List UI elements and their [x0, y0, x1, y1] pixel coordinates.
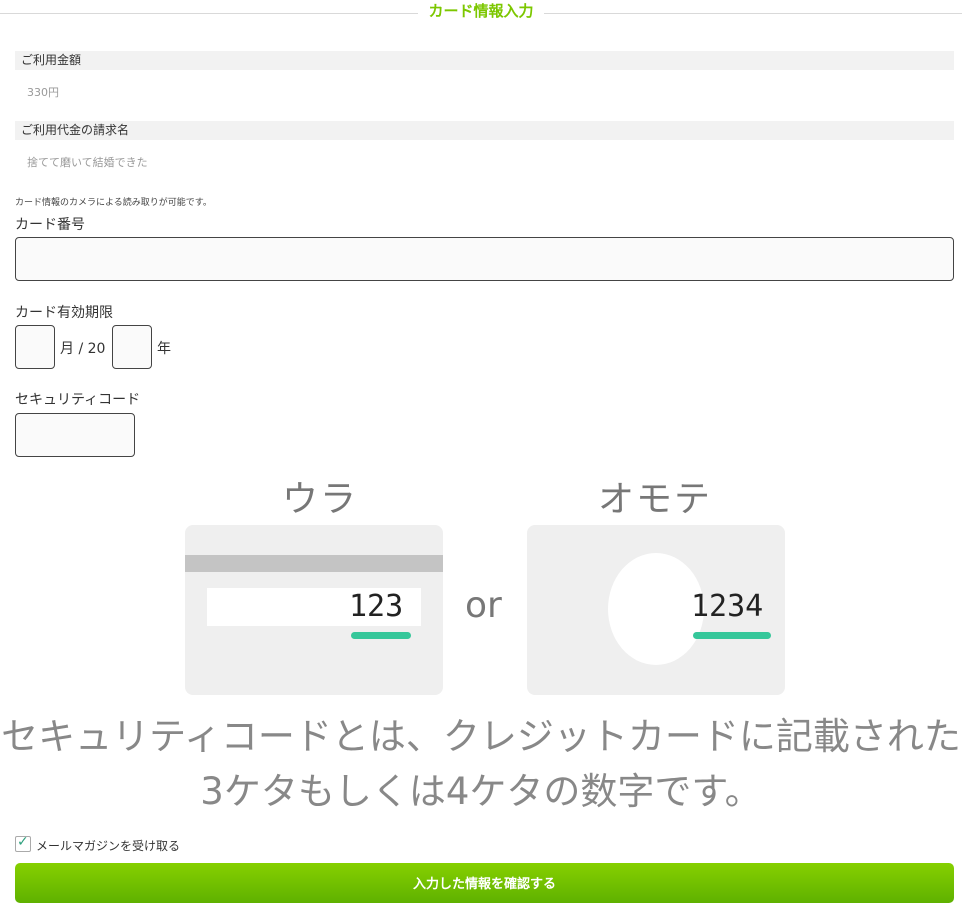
newsletter-checkbox[interactable]: ✓ [15, 834, 31, 852]
expiry-year-input[interactable] [112, 325, 152, 369]
front-code-number: 1234 [691, 589, 764, 624]
newsletter-label[interactable]: メールマガジンを受け取る [36, 837, 180, 854]
card-front-title: オモテ [598, 479, 713, 520]
back-code-underline [351, 632, 411, 639]
expiry-year-unit: 年 [157, 341, 171, 357]
magnetic-strip [185, 555, 443, 572]
or-text: or [465, 585, 502, 626]
check-icon: ✓ [17, 834, 29, 850]
expiry-month-unit: 月 / 20 [60, 341, 106, 357]
confirm-button[interactable]: 入力した情報を確認する [15, 863, 954, 903]
security-code-description-line2: 3ケタもしくは4ケタの数字です。 [200, 770, 762, 813]
back-code-number: 123 [349, 589, 404, 624]
card-back-title: ウラ [282, 479, 359, 520]
expiry-month-input[interactable] [15, 325, 55, 369]
billing-name-label: ご利用代金の請求名 [15, 121, 954, 140]
front-code-underline [693, 632, 771, 639]
expiry-label: カード有効期限 [15, 305, 113, 321]
section-title: カード情報入力 [0, 0, 962, 22]
card-number-input[interactable] [15, 237, 954, 281]
security-code-label: セキュリティコード [15, 392, 141, 408]
card-front-circle [608, 553, 704, 665]
card-front-illustration: 1234 [527, 525, 785, 695]
security-code-description-line1: セキュリティコードとは、クレジットカードに記載された [1, 715, 961, 758]
card-number-label: カード番号 [15, 217, 85, 233]
card-back-illustration: 123 [185, 525, 443, 695]
amount-label: ご利用金額 [15, 51, 954, 70]
camera-scan-note: カード情報のカメラによる読み取りが可能です。 [15, 198, 212, 208]
billing-name-value: 捨てて磨いて結婚できた [27, 156, 148, 169]
security-code-input[interactable] [15, 413, 135, 457]
amount-value: 330円 [27, 86, 59, 99]
